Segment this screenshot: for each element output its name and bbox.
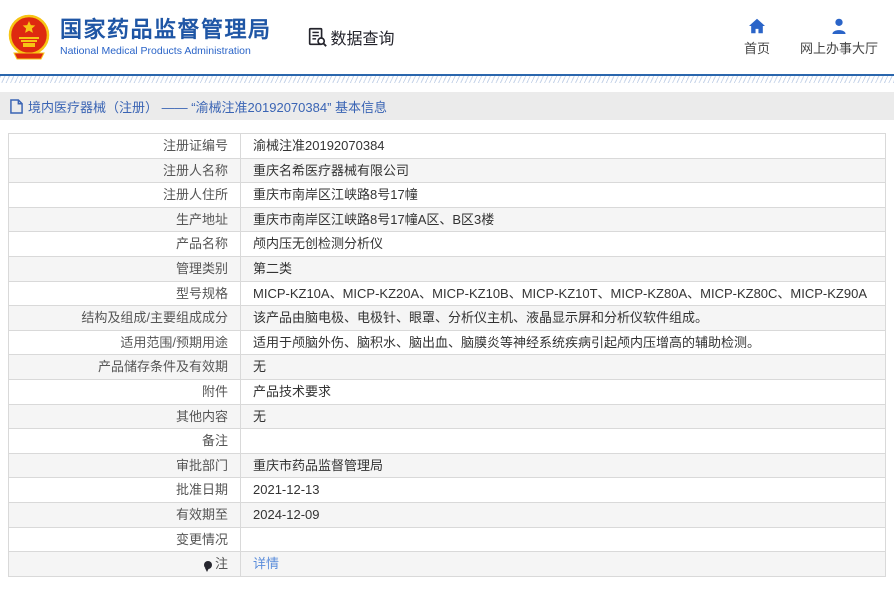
spacer [0, 83, 894, 92]
table-row: 管理类别 第二类 [8, 255, 886, 282]
field-value: 颅内压无创检测分析仪 [240, 231, 886, 257]
table-row: 注详情 [8, 551, 886, 577]
field-value: 详情 [240, 551, 886, 577]
home-icon [748, 18, 765, 33]
national-emblem-icon [8, 14, 50, 60]
table-row: 有效期至 2024-12-09 [8, 501, 886, 528]
table-row: 审批部门 重庆市药品监督管理局 [8, 452, 886, 479]
table-row: 产品储存条件及有效期无 [8, 354, 886, 380]
table-row: 适用范围/预期用途 适用于颅脑外伤、脑积水、脑出血、脑膜炎等神经系统疾病引起颅内压… [8, 329, 886, 356]
info-table-body: 注册证编号 渝械注准20192070384 注册人名称 重庆名希医疗器械有限公司 注册人… [8, 133, 886, 577]
note-balloon-icon [203, 561, 212, 573]
field-label: 管理类别 [8, 255, 241, 282]
field-value [240, 526, 886, 553]
org-name-cn: 国家药品监督管理局 [60, 17, 272, 42]
field-value: 重庆名希医疗器械有限公司 [240, 157, 886, 184]
field-value: 无 [240, 354, 886, 380]
registration-info-table: 注册证编号 渝械注准20192070384 注册人名称 重庆名希医疗器械有限公司 注册人… [8, 133, 886, 577]
field-value: 适用于颅脑外伤、脑积水、脑出血、脑膜炎等神经系统疾病引起颅内压增高的辅助检测。 [240, 329, 886, 356]
org-title-block: 国家药品监督管理局 National Medical Products Admi… [60, 17, 272, 57]
header-nav: 首页 网上办事大厅 [744, 18, 878, 57]
page-title: 境内医疗器械（注册） —— “渝械注准20192070384” 基本信息 [28, 99, 388, 115]
field-label: 变更情况 [8, 526, 241, 553]
field-value: 该产品由脑电极、电极针、眼罩、分析仪主机、液晶显示屏和分析仪软件组成。 [240, 305, 886, 331]
field-value: 重庆市南岸区江峡路8号17幢 [240, 182, 886, 208]
document-icon [10, 98, 23, 114]
table-row: 批准日期 2021-12-13 [8, 477, 886, 503]
person-icon [832, 18, 846, 34]
table-row: 变更情况 [8, 526, 886, 553]
field-label: 有效期至 [8, 501, 241, 528]
field-label: 注册人名称 [8, 157, 241, 184]
main-content: 注册证编号 渝械注准20192070384 注册人名称 重庆名希医疗器械有限公司 注册人… [0, 120, 894, 577]
field-label: 型号规格 [8, 280, 241, 307]
data-query-nav[interactable]: 数据查询 [306, 25, 395, 49]
field-value: 2021-12-13 [240, 477, 886, 503]
table-row: 结构及组成/主要组成成分 该产品由脑电极、电极针、眼罩、分析仪主机、液晶显示屏和分… [8, 305, 886, 331]
field-label: 产品名称 [8, 231, 241, 257]
field-label: 注 [8, 551, 241, 577]
nav-item-service-hall[interactable]: 网上办事大厅 [800, 18, 878, 57]
table-row: 注册人名称 重庆名希医疗器械有限公司 [8, 157, 886, 184]
field-label: 适用范围/预期用途 [8, 329, 241, 356]
table-row: 生产地址 重庆市南岸区江峡路8号17幢A区、B区3楼 [8, 206, 886, 233]
table-row: 附件 产品技术要求 [8, 378, 886, 405]
field-label: 审批部门 [8, 452, 241, 479]
field-value: 无 [240, 403, 886, 430]
field-value: 渝械注准20192070384 [240, 133, 886, 159]
field-label: 生产地址 [8, 206, 241, 233]
site-logo[interactable]: 国家药品监督管理局 National Medical Products Admi… [8, 13, 272, 61]
field-value: 重庆市药品监督管理局 [240, 452, 886, 479]
field-label: 备注 [8, 428, 241, 454]
data-query-label: 数据查询 [330, 31, 395, 48]
table-row: 产品名称 颅内压无创检测分析仪 [8, 231, 886, 257]
breadcrumb: 境内医疗器械（注册） —— “渝械注准20192070384” 基本信息 [0, 92, 894, 120]
site-header: 国家药品监督管理局 National Medical Products Admi… [0, 0, 894, 74]
org-name-en: National Medical Products Administration [60, 45, 251, 57]
field-label: 附件 [8, 378, 241, 405]
field-label: 批准日期 [8, 477, 241, 503]
field-value: 第二类 [240, 255, 886, 282]
table-row: 备注 [8, 428, 886, 454]
field-value [240, 428, 886, 454]
detail-link[interactable]: 详情 [253, 556, 279, 571]
table-row: 注册证编号 渝械注准20192070384 [8, 133, 886, 159]
field-label: 产品储存条件及有效期 [8, 354, 241, 380]
nav-service-hall-label: 网上办事大厅 [799, 40, 878, 56]
nav-item-home[interactable]: 首页 [744, 18, 770, 57]
field-value: 2024-12-09 [240, 501, 886, 528]
nav-home-label: 首页 [743, 40, 770, 56]
document-search-icon [308, 27, 327, 47]
table-row: 注册人住所 重庆市南岸区江峡路8号17幢 [8, 182, 886, 208]
field-value: MICP-KZ10A、MICP-KZ20A、MICP-KZ10B、MICP-KZ… [240, 280, 886, 307]
field-label: 结构及组成/主要组成成分 [8, 305, 241, 331]
table-row: 其他内容无 [8, 403, 886, 430]
field-value: 产品技术要求 [240, 378, 886, 405]
table-row: 型号规格 MICP-KZ10A、MICP-KZ20A、MICP-KZ10B、MIC… [8, 280, 886, 307]
field-value: 重庆市南岸区江峡路8号17幢A区、B区3楼 [240, 206, 886, 233]
field-label: 其他内容 [8, 403, 241, 430]
field-label: 注册证编号 [8, 133, 241, 159]
header-stripe-band [0, 76, 894, 83]
field-label: 注册人住所 [8, 182, 241, 208]
